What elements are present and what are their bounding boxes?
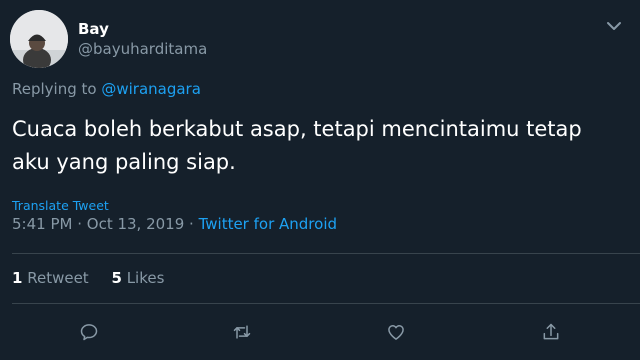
tweet-date[interactable]: Oct 13, 2019 bbox=[87, 215, 185, 233]
translate-tweet-link[interactable]: Translate Tweet bbox=[12, 198, 109, 213]
tweet-time[interactable]: 5:41 PM bbox=[12, 215, 72, 233]
reply-icon bbox=[80, 324, 98, 341]
retweets-count: 1 bbox=[12, 269, 23, 287]
meta-separator: · bbox=[72, 215, 87, 233]
retweets-stat[interactable]: 1 Retweet bbox=[12, 269, 89, 287]
share-icon bbox=[543, 323, 559, 340]
display-name[interactable]: Bay bbox=[78, 20, 109, 38]
mention-link[interactable]: @wiranagara bbox=[101, 80, 201, 98]
username[interactable]: @bayuharditama bbox=[78, 40, 207, 58]
avatar[interactable] bbox=[10, 10, 68, 68]
like-icon bbox=[388, 325, 404, 340]
tweet-source[interactable]: Twitter for Android bbox=[199, 215, 337, 233]
divider bbox=[12, 253, 640, 254]
likes-stat[interactable]: 5 Likes bbox=[111, 269, 164, 287]
replying-to-label: Replying to bbox=[12, 80, 102, 98]
likes-count: 5 bbox=[111, 269, 122, 287]
retweet-button[interactable] bbox=[228, 318, 256, 346]
retweet-icon bbox=[233, 325, 251, 339]
action-bar bbox=[0, 318, 640, 346]
tweet-text: Cuaca boleh berkabut asap, tetapi mencin… bbox=[12, 117, 582, 174]
replying-to: Replying to @wiranagara bbox=[12, 80, 201, 98]
likes-label: Likes bbox=[126, 269, 165, 287]
divider bbox=[12, 303, 640, 304]
tweet-detail: Bay @bayuharditama Replying to @wiranaga… bbox=[0, 0, 640, 360]
tweet-meta: 5:41 PM · Oct 13, 2019 · Twitter for And… bbox=[12, 215, 337, 233]
chevron-down-icon[interactable] bbox=[604, 18, 624, 32]
reply-button[interactable] bbox=[75, 318, 103, 346]
avatar-photo bbox=[10, 10, 68, 68]
meta-separator: · bbox=[184, 215, 199, 233]
engagement-stats: 1 Retweet 5 Likes bbox=[12, 269, 182, 287]
retweets-label: Retweet bbox=[27, 269, 89, 287]
share-button[interactable] bbox=[537, 318, 565, 346]
like-button[interactable] bbox=[382, 318, 410, 346]
